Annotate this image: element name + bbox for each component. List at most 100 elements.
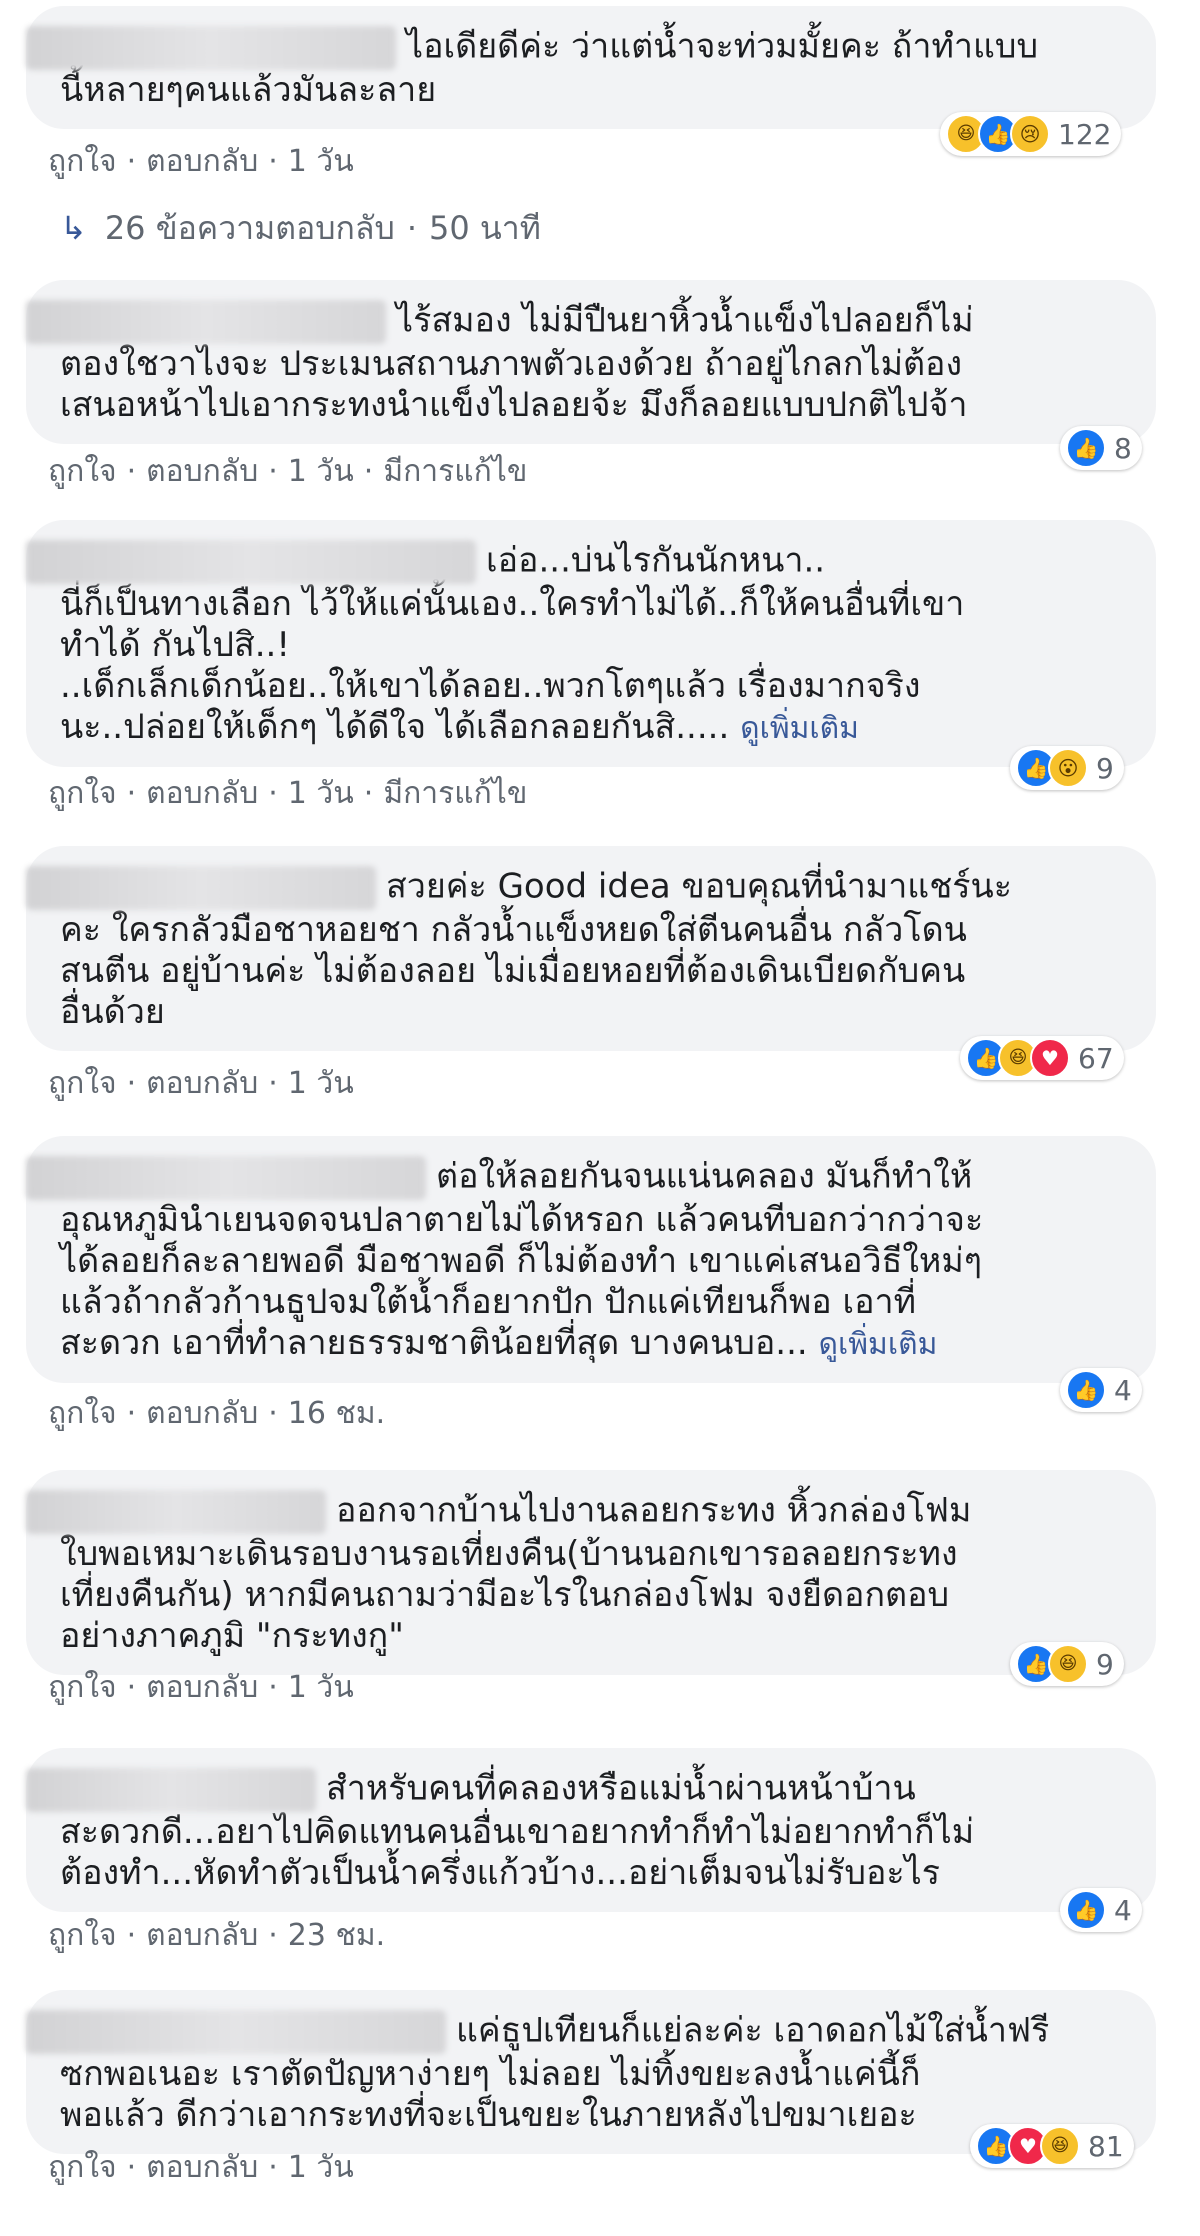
blurred-author-name	[26, 1490, 326, 1534]
comment-text: อุณหภูมินำเยนจดจนปลาตายไม่ได้หรอก แล้วคน…	[60, 1200, 984, 1240]
separator-dot: ·	[126, 454, 137, 489]
reply-link[interactable]: ตอบกลับ	[146, 144, 258, 179]
separator-dot: ·	[268, 1396, 278, 1431]
like-link[interactable]: ถูกใจ	[48, 1396, 117, 1431]
like-link[interactable]: ถูกใจ	[48, 1918, 117, 1953]
like-icon: 👍	[1066, 428, 1106, 468]
comment-text-line: ต่อให้ลอยกันจนแน่นคลอง มันก็ทำให้	[26, 1156, 1122, 1200]
separator-dot: ·	[268, 1066, 278, 1101]
reply-link[interactable]: ตอบกลับ	[146, 454, 258, 489]
blurred-author-name	[26, 866, 376, 910]
reaction-summary[interactable]: 👍 4	[1060, 1888, 1142, 1932]
reaction-count: 9	[1096, 751, 1114, 785]
comment-actions: ถูกใจ · ตอบกลับ · 1 วัน	[48, 138, 354, 185]
comment-text-line: ไอเดียดีค่ะ ว่าแต่น้ำจะท่วมมั้ยคะ ถ้าทำแ…	[26, 26, 1122, 70]
reaction-summary[interactable]: 👍 😆 ♥ 67	[960, 1036, 1124, 1080]
timestamp[interactable]: 16 ชม.	[288, 1396, 385, 1431]
reaction-summary[interactable]: 👍 8	[1060, 426, 1142, 470]
comment-text: อย่างภาคภูมิ "กระทงกู"	[60, 1616, 404, 1656]
separator-dot: ·	[126, 776, 137, 811]
reaction-count: 4	[1114, 1893, 1132, 1927]
timestamp[interactable]: 1 วัน	[288, 1670, 354, 1705]
like-link[interactable]: ถูกใจ	[48, 776, 117, 811]
comment-text: เสนอหน้าไปเอากระทงนำแข็งไปลอยจ้ะ มึงก็ลอ…	[60, 385, 968, 425]
reaction-summary[interactable]: 👍 4	[1060, 1368, 1142, 1412]
comment-text: สะดวก เอาที่ทำลายธรรมชาติน้อยที่สุด บางค…	[60, 1323, 808, 1363]
reaction-summary[interactable]: 👍 😮 9	[1010, 746, 1124, 790]
comment-text: อื่นด้วย	[60, 992, 165, 1032]
comment-bubble: ไอเดียดีค่ะ ว่าแต่น้ำจะท่วมมั้ยคะ ถ้าทำแ…	[26, 6, 1156, 129]
comment-text: นี้หลายๆคนแล้วมันละลาย	[60, 70, 437, 110]
comment-bubble: เอ่อ...บ่นไรกันนักหนา.. นี่ก็เป็นทางเลือก…	[26, 520, 1156, 767]
edited-label[interactable]: มีการแก้ไข	[383, 454, 527, 489]
like-link[interactable]: ถูกใจ	[48, 144, 117, 179]
timestamp[interactable]: 1 วัน	[288, 144, 354, 179]
comment-text: นี่ก็เป็นทางเลือก ไว้ให้แค่นั้นเอง..ใครท…	[60, 584, 965, 624]
comment-text: คะ ใครกลัวมือชาหอยชา กลัวน้ำแข็งหยดใส่ตี…	[60, 910, 967, 950]
reaction-count: 67	[1078, 1041, 1114, 1075]
see-more-link[interactable]: ดูเพิ่มเติม	[819, 1327, 938, 1362]
separator-dot: ·	[268, 454, 278, 489]
timestamp[interactable]: 1 วัน	[288, 776, 354, 811]
comment-text-line: ออกจากบ้านไปงานลอยกระทง หิ้วกล่องโฟม	[26, 1490, 1122, 1534]
comment-text-line: ทำได้ กันไปสิ..!	[60, 625, 1122, 666]
comment-actions: ถูกใจ · ตอบกลับ · 1 วัน	[48, 1060, 354, 1107]
comment-text: ได้ลอยก็ละลายพอดี มือชาพอดี ก็ไม่ต้องทำ …	[60, 1241, 983, 1281]
comment-text: ไร้สมอง ไม่มีปืนยาหิ้วน้ำแข็งไปลอยก็ไม่	[396, 300, 974, 341]
see-more-link[interactable]: ดูเพิ่มเติม	[740, 711, 859, 746]
timestamp[interactable]: 1 วัน	[288, 1066, 354, 1101]
reply-link[interactable]: ตอบกลับ	[146, 1396, 258, 1431]
like-icon: 👍	[1066, 1370, 1106, 1410]
comment-text-line: ไร้สมอง ไม่มีปืนยาหิ้วน้ำแข็งไปลอยก็ไม่	[26, 300, 1122, 344]
separator-dot: ·	[126, 1396, 137, 1431]
comment-text-line: ได้ลอยก็ละลายพอดี มือชาพอดี ก็ไม่ต้องทำ …	[60, 1241, 1122, 1282]
comment-text: ออกจากบ้านไปงานลอยกระทง หิ้วกล่องโฟม	[336, 1490, 972, 1531]
separator-dot: ·	[126, 2150, 137, 2185]
comment-text: นะ..ปล่อยให้เด็กๆ ได้ดีใจ ได้เลือกลอยกัน…	[60, 707, 730, 747]
comment-text: ต้องทำ...หัดทำตัวเป็นน้ำครึ่งแก้วบ้าง...…	[60, 1853, 940, 1893]
comment-actions: ถูกใจ · ตอบกลับ · 1 วัน	[48, 2144, 354, 2191]
comment-text-line: นี้หลายๆคนแล้วมันละลาย	[60, 70, 1122, 111]
comment-text-line: สวยค่ะ Good idea ขอบคุณที่นำมาแชร์นะ	[26, 866, 1122, 910]
comment-bubble: ต่อให้ลอยกันจนแน่นคลอง มันก็ทำให้ อุณหภูม…	[26, 1136, 1156, 1383]
comment-text: ไอเดียดีค่ะ ว่าแต่น้ำจะท่วมมั้ยคะ ถ้าทำแ…	[406, 26, 1039, 67]
separator-dot: ·	[126, 144, 137, 179]
reply-link[interactable]: ตอบกลับ	[146, 776, 258, 811]
reaction-count: 9	[1096, 1647, 1114, 1681]
comment-text-line: สะดวก เอาที่ทำลายธรรมชาติน้อยที่สุด บางค…	[60, 1323, 1122, 1365]
timestamp[interactable]: 23 ชม.	[288, 1918, 385, 1953]
comment-bubble: สำหรับคนที่คลองหรือแม่น้ำผ่านหน้าบ้าน สะด…	[26, 1748, 1156, 1912]
edited-label[interactable]: มีการแก้ไข	[383, 776, 527, 811]
comment-text: สวยค่ะ Good idea ขอบคุณที่นำมาแชร์นะ	[386, 866, 1013, 907]
reaction-summary[interactable]: 👍 😆 9	[1010, 1642, 1124, 1686]
timestamp[interactable]: 1 วัน	[288, 2150, 354, 2185]
reply-link[interactable]: ตอบกลับ	[146, 1918, 258, 1953]
reaction-summary[interactable]: 👍 ♥ 😆 81	[970, 2124, 1134, 2168]
comment-text: สนตีน อยู่บ้านค่ะ ไม่ต้องลอย ไม่เมื่อยหอ…	[60, 951, 966, 991]
comment-text: เที่ยงคืนกัน) หากมีคนถามว่ามีอะไรในกล่อง…	[60, 1575, 950, 1615]
view-replies-link[interactable]: ↳ 26 ข้อความตอบกลับ · 50 นาที	[60, 203, 541, 254]
like-link[interactable]: ถูกใจ	[48, 1066, 117, 1101]
like-link[interactable]: ถูกใจ	[48, 2150, 117, 2185]
replies-count[interactable]: 26 ข้อความตอบกลับ	[105, 209, 395, 247]
reaction-count: 122	[1058, 117, 1112, 151]
like-link[interactable]: ถูกใจ	[48, 454, 117, 489]
reaction-summary[interactable]: 😆 👍 😢 122	[940, 112, 1122, 156]
blurred-author-name	[26, 1156, 426, 1200]
comment-text-line: แล้วถ้ากลัวก้านธูปจมใต้น้ำก็อยากปัก ปักแ…	[60, 1282, 1122, 1323]
separator-dot: ·	[406, 209, 418, 247]
reply-link[interactable]: ตอบกลับ	[146, 1066, 258, 1101]
comment-bubble: ออกจากบ้านไปงานลอยกระทง หิ้วกล่องโฟม ใบพอ…	[26, 1470, 1156, 1675]
like-link[interactable]: ถูกใจ	[48, 1670, 117, 1705]
reply-link[interactable]: ตอบกลับ	[146, 2150, 258, 2185]
comment-text-line: สำหรับคนที่คลองหรือแม่น้ำผ่านหน้าบ้าน	[26, 1768, 1122, 1812]
comment-text: เอ่อ...บ่นไรกันนักหนา..	[486, 540, 826, 581]
reply-link[interactable]: ตอบกลับ	[146, 1670, 258, 1705]
replies-time: 50 นาที	[429, 209, 541, 247]
comment-text-line: อย่างภาคภูมิ "กระทงกู"	[60, 1616, 1122, 1657]
sad-icon: 😢	[1010, 114, 1050, 154]
blurred-author-name	[26, 300, 386, 344]
timestamp[interactable]: 1 วัน	[288, 454, 354, 489]
comment-text: สำหรับคนที่คลองหรือแม่น้ำผ่านหน้าบ้าน	[326, 1768, 916, 1809]
comment-text-line: ใบพอเหมาะเดินรอบงานรอเที่ยงคืน(บ้านนอกเข…	[60, 1534, 1122, 1575]
